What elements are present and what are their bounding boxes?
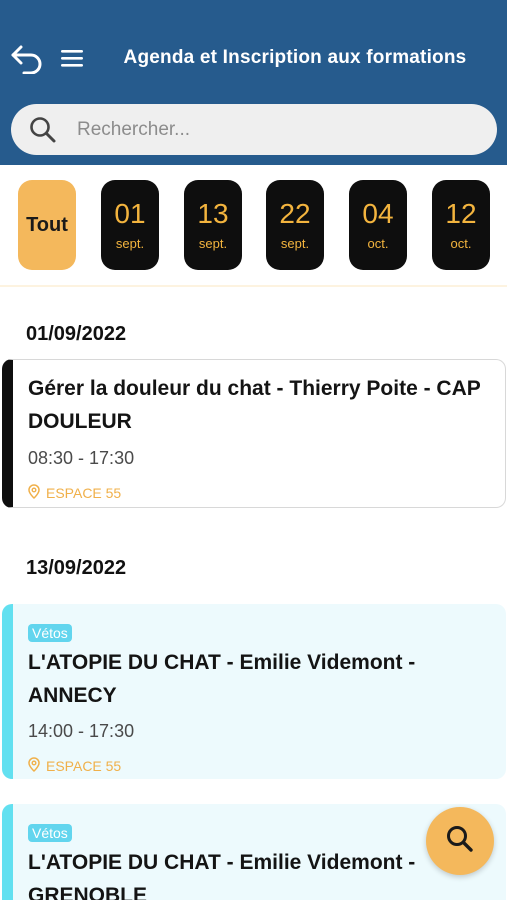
date-day: 04	[362, 198, 394, 229]
date-month: oct.	[367, 236, 389, 251]
category-badge: Vétos	[28, 624, 72, 642]
date-filter-pill[interactable]: 04 oct.	[349, 180, 407, 270]
category-badge: Vétos	[28, 824, 72, 842]
hamburger-menu-icon	[60, 48, 84, 73]
event-location-label: ESPACE 55	[46, 485, 122, 501]
date-filter-bar: Tout 01 sept. 13 sept. 22 sept. 04 oct. …	[0, 165, 507, 287]
app-header: Agenda et Inscription aux formations	[0, 0, 507, 165]
date-day: 22	[279, 198, 311, 229]
floating-search-button[interactable]	[426, 807, 494, 875]
filter-all-button[interactable]: Tout	[18, 180, 76, 270]
event-location: ESPACE 55	[28, 757, 121, 775]
event-title: L'ATOPIE DU CHAT - Emilie Videmont - GRE…	[28, 851, 416, 900]
location-pin-icon	[28, 484, 40, 502]
event-location-label: ESPACE 55	[46, 758, 122, 774]
search-icon	[29, 115, 59, 145]
date-month: sept.	[198, 236, 228, 251]
event-card[interactable]: Vétos L'ATOPIE DU CHAT - Emilie Videmont…	[2, 604, 506, 779]
page-title: Agenda et Inscription aux formations	[123, 47, 467, 68]
event-title: L'ATOPIE DU CHAT - Emilie Videmont - ANN…	[28, 651, 416, 707]
date-filter-pill[interactable]: 12 oct.	[432, 180, 490, 270]
search-icon	[445, 824, 475, 859]
event-time: 08:30 - 17:30	[28, 448, 135, 468]
date-heading: 13/09/2022	[26, 557, 127, 579]
date-day: 13	[197, 198, 229, 229]
search-bar[interactable]	[11, 104, 497, 155]
date-month: sept.	[115, 236, 145, 251]
event-list[interactable]: 01/09/2022 Gérer la douleur du chat - Th…	[0, 289, 507, 900]
date-filter-pill[interactable]: 01 sept.	[101, 180, 159, 270]
date-day: 01	[114, 198, 146, 229]
event-time: 14:00 - 17:30	[28, 721, 135, 741]
date-filter-pill[interactable]: 22 sept.	[266, 180, 324, 270]
event-title: Gérer la douleur du chat - Thierry Poite…	[28, 377, 481, 433]
date-day: 12	[445, 198, 477, 229]
back-arrow-icon	[10, 42, 44, 79]
date-month: sept.	[280, 236, 310, 251]
menu-button[interactable]	[58, 44, 86, 76]
date-heading: 01/09/2022	[26, 323, 127, 345]
location-pin-icon	[28, 757, 40, 775]
back-button[interactable]	[10, 44, 44, 76]
date-month: oct.	[450, 236, 472, 251]
date-filter-pill[interactable]: 13 sept.	[184, 180, 242, 270]
event-location: ESPACE 55	[28, 484, 121, 502]
event-card[interactable]: Gérer la douleur du chat - Thierry Poite…	[2, 359, 506, 508]
search-input[interactable]	[77, 118, 457, 141]
